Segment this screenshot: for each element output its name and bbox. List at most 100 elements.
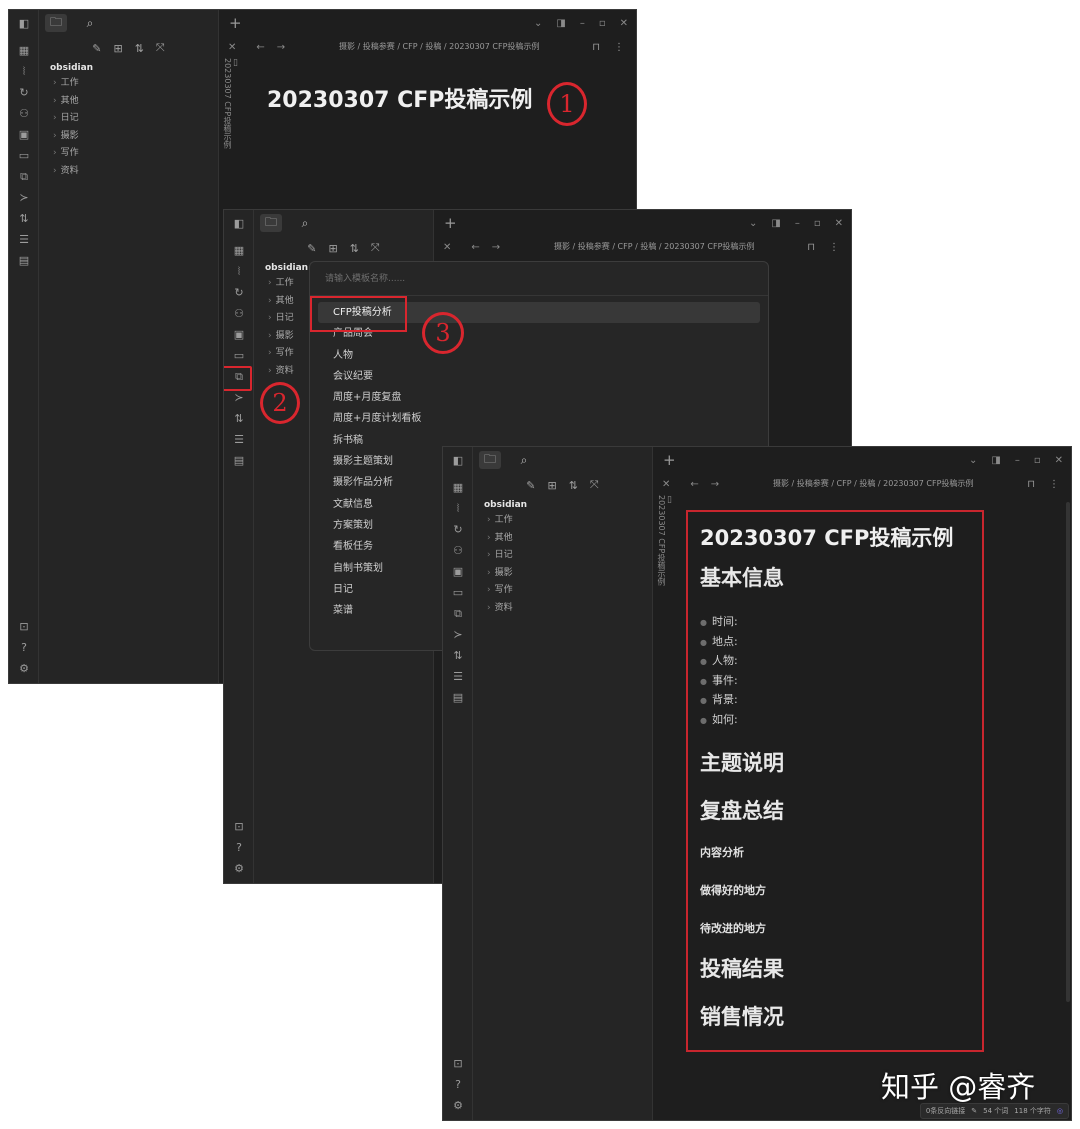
reading-mode-icon[interactable]: ⊓ xyxy=(592,42,600,53)
close-pane-icon[interactable]: ✕ xyxy=(443,242,451,253)
settings-icon[interactable]: ⚙ xyxy=(9,658,39,679)
clip-icon[interactable]: ⦚ xyxy=(443,498,473,519)
forward-icon[interactable]: → xyxy=(711,479,719,490)
close-icon[interactable]: ✕ xyxy=(620,18,628,29)
layout-icon[interactable]: ◨ xyxy=(771,218,780,229)
sort-icon[interactable]: ⇅ xyxy=(443,645,473,666)
clip-icon[interactable]: ⦚ xyxy=(9,61,39,82)
search-icon[interactable]: ⌕ xyxy=(79,14,101,32)
sort-icon[interactable]: ⇅ xyxy=(9,208,39,229)
folder-item[interactable]: › 工作 xyxy=(39,75,218,93)
templates-icon[interactable]: ⧉ xyxy=(224,366,254,391)
calendar-icon[interactable]: ▭ xyxy=(443,582,473,603)
forward-icon[interactable]: → xyxy=(492,242,500,253)
more-options-icon[interactable]: ⋮ xyxy=(1049,479,1059,490)
folder-tab-icon[interactable]: 🗀 xyxy=(45,14,67,32)
graph-icon[interactable]: ⚇ xyxy=(9,103,39,124)
sort-icon[interactable]: ⇅ xyxy=(135,42,144,55)
more-options-icon[interactable]: ⋮ xyxy=(614,42,624,53)
calendar-icon[interactable]: ▭ xyxy=(224,345,254,366)
templates-icon[interactable]: ⧉ xyxy=(9,166,39,187)
more-options-icon[interactable]: ⋮ xyxy=(829,242,839,253)
maximize-icon[interactable]: ▫ xyxy=(814,218,821,229)
side-tab[interactable]: ▯ 20230307 CFP投稿示例 xyxy=(223,58,238,148)
backlinks-count[interactable]: 0条反向链接 xyxy=(926,1106,965,1116)
template-item[interactable]: 周度+月度计划看板 xyxy=(318,408,760,429)
folder-item[interactable]: › 其他 xyxy=(473,530,652,548)
sort-icon[interactable]: ⇅ xyxy=(350,242,359,255)
sort-icon[interactable]: ⇅ xyxy=(569,479,578,492)
new-note-icon[interactable]: ✎ xyxy=(526,479,535,492)
folder-item[interactable]: › 摄影 xyxy=(39,128,218,146)
grid-icon[interactable]: ▣ xyxy=(9,124,39,145)
refresh-icon[interactable]: ↻ xyxy=(224,282,254,303)
side-tab[interactable]: ▯ 20230307 CFP投稿示例 xyxy=(657,495,672,585)
new-folder-icon[interactable]: ⊞ xyxy=(113,42,122,55)
sidebar-toggle-icon[interactable]: ◧ xyxy=(224,213,254,234)
folder-item[interactable]: › 写作 xyxy=(39,145,218,163)
table-icon[interactable]: ▦ xyxy=(443,477,473,498)
new-folder-icon[interactable]: ⊞ xyxy=(328,242,337,255)
collapse-icon[interactable]: ⤧ xyxy=(371,241,380,255)
new-folder-icon[interactable]: ⊞ xyxy=(547,479,556,492)
collapse-icon[interactable]: ⤧ xyxy=(156,41,165,55)
sort-icon[interactable]: ⇅ xyxy=(224,408,254,429)
folder-item[interactable]: › 其他 xyxy=(39,93,218,111)
scrollbar[interactable] xyxy=(1066,502,1070,1002)
table-icon[interactable]: ▦ xyxy=(9,40,39,61)
minimize-icon[interactable]: – xyxy=(795,218,800,229)
collapse-icon[interactable]: ⤧ xyxy=(590,478,599,492)
minimize-icon[interactable]: – xyxy=(1015,455,1020,466)
graph-icon[interactable]: ⚇ xyxy=(443,540,473,561)
chevron-down-icon[interactable]: ⌄ xyxy=(534,18,542,29)
calendar-plus-icon[interactable]: ▤ xyxy=(443,687,473,708)
vault-icon[interactable]: ⊡ xyxy=(224,816,254,837)
sidebar-toggle-icon[interactable]: ◧ xyxy=(9,13,39,34)
chevron-down-icon[interactable]: ⌄ xyxy=(969,455,977,466)
template-item[interactable]: 周度+月度复盘 xyxy=(318,387,760,408)
settings-icon[interactable]: ⚙ xyxy=(224,858,254,879)
templates-icon[interactable]: ⧉ xyxy=(443,603,473,624)
folder-item[interactable]: › 资料 xyxy=(473,600,652,618)
calendar-icon[interactable]: ▭ xyxy=(9,145,39,166)
vault-icon[interactable]: ⊡ xyxy=(9,616,39,637)
back-icon[interactable]: ← xyxy=(256,42,264,53)
new-note-icon[interactable]: ✎ xyxy=(307,242,316,255)
folder-item[interactable]: › 写作 xyxy=(473,582,652,600)
template-item[interactable]: 会议纪要 xyxy=(318,366,760,387)
terminal-icon[interactable]: ≻ xyxy=(443,624,473,645)
new-tab-button[interactable]: + xyxy=(229,14,242,32)
help-icon[interactable]: ? xyxy=(443,1074,473,1095)
close-pane-icon[interactable]: ✕ xyxy=(228,42,236,53)
folder-item[interactable]: › 摄影 xyxy=(473,565,652,583)
vault-icon[interactable]: ⊡ xyxy=(443,1053,473,1074)
layout-icon[interactable]: ◨ xyxy=(556,18,565,29)
new-tab-button[interactable]: + xyxy=(663,451,676,469)
clip-icon[interactable]: ⦚ xyxy=(224,261,254,282)
template-item[interactable]: 人物 xyxy=(318,345,760,366)
edit-icon[interactable]: ✎ xyxy=(971,1107,977,1115)
graph-icon[interactable]: ⚇ xyxy=(224,303,254,324)
layout-icon[interactable]: ◨ xyxy=(991,455,1000,466)
back-icon[interactable]: ← xyxy=(471,242,479,253)
back-icon[interactable]: ← xyxy=(690,479,698,490)
grid-icon[interactable]: ▣ xyxy=(224,324,254,345)
search-icon[interactable]: ⌕ xyxy=(294,214,316,232)
maximize-icon[interactable]: ▫ xyxy=(1034,455,1041,466)
refresh-icon[interactable]: ↻ xyxy=(9,82,39,103)
close-icon[interactable]: ✕ xyxy=(835,218,843,229)
reading-mode-icon[interactable]: ⊓ xyxy=(807,242,815,253)
folder-item[interactable]: › 工作 xyxy=(473,512,652,530)
stack-icon[interactable]: ☰ xyxy=(443,666,473,687)
close-pane-icon[interactable]: ✕ xyxy=(662,479,670,490)
maximize-icon[interactable]: ▫ xyxy=(599,18,606,29)
calendar-plus-icon[interactable]: ▤ xyxy=(224,450,254,471)
grid-icon[interactable]: ▣ xyxy=(443,561,473,582)
folder-item[interactable]: › 日记 xyxy=(473,547,652,565)
forward-icon[interactable]: → xyxy=(277,42,285,53)
stack-icon[interactable]: ☰ xyxy=(9,229,39,250)
search-icon[interactable]: ⌕ xyxy=(513,451,535,469)
folder-tab-icon[interactable]: 🗀 xyxy=(479,451,501,469)
refresh-icon[interactable]: ↻ xyxy=(443,519,473,540)
stack-icon[interactable]: ☰ xyxy=(224,429,254,450)
